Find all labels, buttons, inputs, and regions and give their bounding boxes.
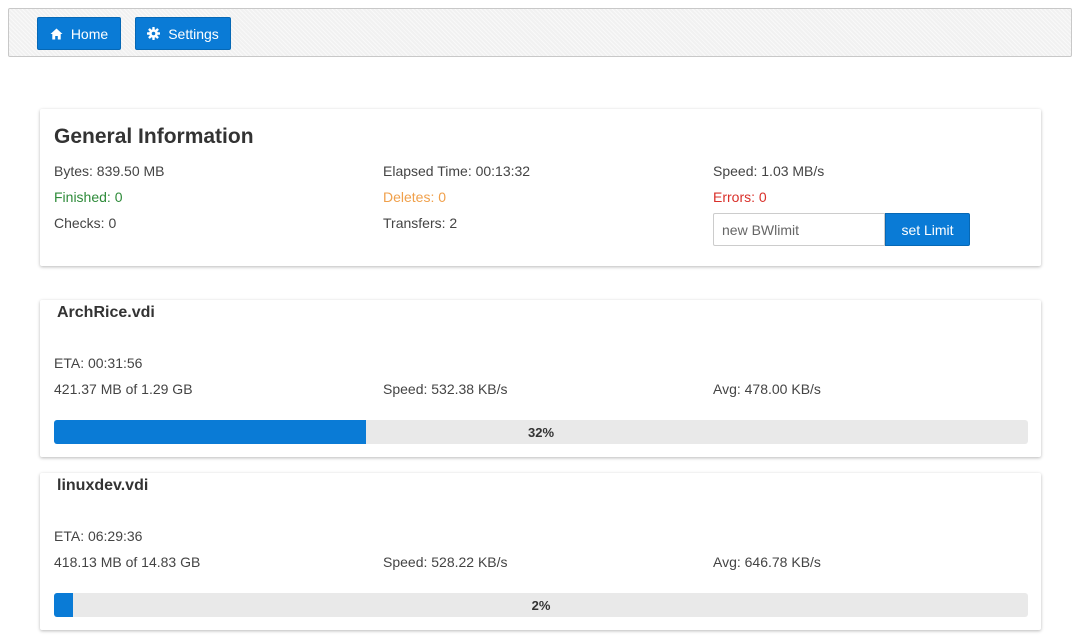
transfer-speed: Speed: 528.22 KB/s <box>383 554 508 570</box>
transfer-avg: Avg: 646.78 KB/s <box>713 554 821 570</box>
settings-button-label: Settings <box>168 25 219 42</box>
finished-stat: Finished: 0 <box>54 189 123 205</box>
transfer-card: ArchRice.vdi ETA: 00:31:56 421.37 MB of … <box>40 300 1041 457</box>
transfer-file-name: linuxdev.vdi <box>57 477 149 494</box>
errors-stat: Errors: 0 <box>713 189 767 205</box>
transfer-speed: Speed: 532.38 KB/s <box>383 381 508 397</box>
transfer-eta: ETA: 06:29:36 <box>54 528 143 544</box>
transfer-progress-bar: 32% <box>54 420 1028 444</box>
elapsed-time-stat: Elapsed Time: 00:13:32 <box>383 163 531 179</box>
general-info-title: General Information <box>54 125 254 148</box>
transfer-progress-bar: 2% <box>54 593 1028 617</box>
navbar: Home Settings <box>8 8 1072 57</box>
speed-stat: Speed: 1.03 MB/s <box>713 163 825 179</box>
transfer-progress-label: 32% <box>527 424 555 440</box>
settings-button[interactable]: Settings <box>135 17 231 50</box>
transfer-avg: Avg: 478.00 KB/s <box>713 381 821 397</box>
checks-stat: Checks: 0 <box>54 215 117 231</box>
transfer-size: 418.13 MB of 14.83 GB <box>54 554 201 570</box>
transfer-file-name: ArchRice.vdi <box>57 304 155 321</box>
transfers-stat: Transfers: 2 <box>383 215 458 231</box>
transfer-progress-label: 2% <box>531 597 551 613</box>
home-button-label: Home <box>70 25 109 42</box>
general-info-card: General Information Bytes: 839.50 MB Ela… <box>40 109 1041 266</box>
home-button[interactable]: Home <box>37 17 121 50</box>
set-limit-button[interactable]: set Limit <box>885 213 970 246</box>
deletes-stat: Deletes: 0 <box>383 189 447 205</box>
transfer-size: 421.37 MB of 1.29 GB <box>54 381 193 397</box>
gear-icon <box>147 27 161 40</box>
transfer-eta: ETA: 00:31:56 <box>54 355 143 371</box>
bwlimit-input[interactable] <box>713 213 885 246</box>
bytes-stat: Bytes: 839.50 MB <box>54 163 165 179</box>
transfer-card: linuxdev.vdi ETA: 06:29:36 418.13 MB of … <box>40 473 1041 630</box>
home-icon <box>50 28 63 40</box>
